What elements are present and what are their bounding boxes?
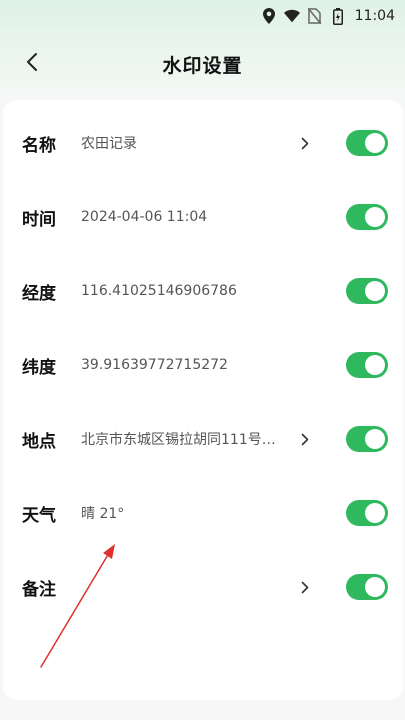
status-bar: 11:04 xyxy=(0,0,405,32)
no-sim-icon xyxy=(307,8,323,24)
setting-row-remark[interactable]: 备注 xyxy=(3,559,403,615)
page-title: 水印设置 xyxy=(162,54,243,77)
wifi-icon xyxy=(283,8,300,24)
setting-label: 地点 xyxy=(22,431,56,452)
battery-icon xyxy=(330,7,346,25)
setting-value: 北京市东城区锡拉胡同111号… xyxy=(81,432,276,448)
setting-value: 39.91639772715272 xyxy=(81,357,228,373)
toggle-switch[interactable] xyxy=(346,352,388,378)
setting-label: 名称 xyxy=(22,135,56,156)
setting-label: 经度 xyxy=(22,283,56,304)
settings-card: 名称 农田记录 时间 2024-04-06 11:04 经度 116.41025… xyxy=(3,100,403,700)
toggle-knob xyxy=(365,281,385,301)
toggle-knob xyxy=(365,429,385,449)
toggle-switch[interactable] xyxy=(346,278,388,304)
toggle-knob xyxy=(365,207,385,227)
toggle-knob xyxy=(365,355,385,375)
toggle-knob xyxy=(365,577,385,597)
toggle-switch[interactable] xyxy=(346,130,388,156)
toggle-knob xyxy=(365,133,385,153)
setting-label: 纬度 xyxy=(22,357,56,378)
chevron-right-icon[interactable] xyxy=(299,432,311,446)
toggle-switch[interactable] xyxy=(346,500,388,526)
header: 水印设置 xyxy=(0,40,405,88)
setting-value: 农田记录 xyxy=(81,136,137,152)
toggle-switch[interactable] xyxy=(346,574,388,600)
setting-label: 天气 xyxy=(22,505,56,526)
toggle-knob xyxy=(365,503,385,523)
setting-label: 备注 xyxy=(22,579,56,600)
setting-value: 116.41025146906786 xyxy=(81,283,237,299)
chevron-right-icon[interactable] xyxy=(299,580,311,594)
setting-value: 晴 21° xyxy=(81,506,125,522)
chevron-left-icon xyxy=(26,52,38,76)
status-time: 11:04 xyxy=(354,8,395,24)
setting-row-latitude[interactable]: 纬度 39.91639772715272 xyxy=(3,337,403,393)
setting-row-weather[interactable]: 天气 晴 21° xyxy=(3,485,403,541)
setting-row-location[interactable]: 地点 北京市东城区锡拉胡同111号… xyxy=(3,411,403,467)
toggle-switch[interactable] xyxy=(346,426,388,452)
setting-value: 2024-04-06 11:04 xyxy=(81,209,208,225)
toggle-switch[interactable] xyxy=(346,204,388,230)
setting-label: 时间 xyxy=(22,209,56,230)
setting-row-time[interactable]: 时间 2024-04-06 11:04 xyxy=(3,189,403,245)
setting-row-name[interactable]: 名称 农田记录 xyxy=(3,115,403,171)
location-icon xyxy=(261,8,277,24)
back-button[interactable] xyxy=(16,48,48,80)
setting-row-longitude[interactable]: 经度 116.41025146906786 xyxy=(3,263,403,319)
chevron-right-icon[interactable] xyxy=(299,136,311,150)
